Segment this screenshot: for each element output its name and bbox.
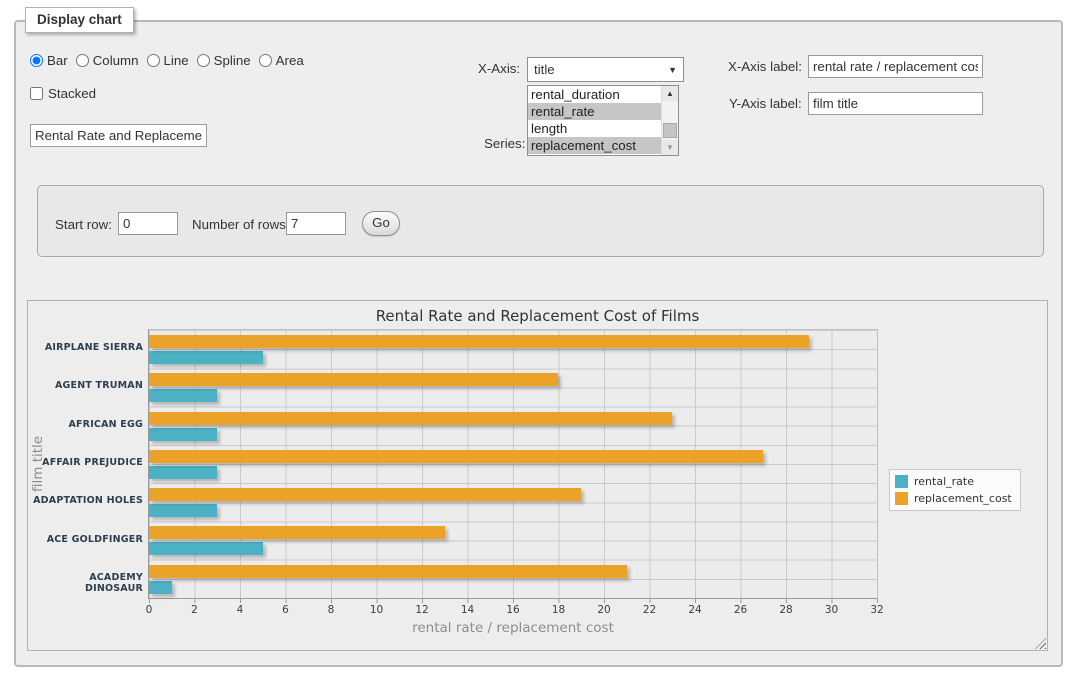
- x-tick-label: 0: [134, 604, 164, 616]
- category-label: ACE GOLDFINGER: [33, 534, 143, 545]
- series-listbox[interactable]: rental_durationrental_ratelengthreplacem…: [527, 85, 679, 156]
- legend-label: rental_rate: [914, 475, 974, 488]
- x-axis-selected-value: title: [534, 62, 555, 77]
- num-rows-input[interactable]: [286, 212, 346, 235]
- scrollbar-thumb[interactable]: [663, 123, 677, 138]
- series-scrollbar[interactable]: ▲ ▼: [661, 86, 678, 155]
- x-tick-label: 10: [362, 604, 392, 616]
- bar-replacement_cost: [149, 565, 627, 578]
- x-tick-label: 18: [544, 604, 574, 616]
- bar-rental_rate: [149, 428, 217, 441]
- bar-rental_rate: [149, 542, 263, 555]
- bar-replacement_cost: [149, 412, 672, 425]
- series-options: rental_durationrental_ratelengthreplacem…: [528, 86, 661, 154]
- series-option-rental_rate[interactable]: rental_rate: [528, 103, 661, 120]
- chart-type-bar[interactable]: Bar: [30, 53, 68, 68]
- series-option-rental_duration[interactable]: rental_duration: [528, 86, 661, 103]
- x-axis-label-caption: X-Axis label:: [728, 59, 802, 74]
- chart-type-spline[interactable]: Spline: [197, 53, 251, 68]
- x-tick-label: 2: [180, 604, 210, 616]
- chart-type-text: Spline: [214, 53, 251, 68]
- y-axis-label-caption: Y-Axis label:: [729, 96, 802, 111]
- chart-container: Rental Rate and Replacement Cost of Film…: [27, 300, 1048, 651]
- category-label: AFFAIR PREJUDICE: [33, 457, 143, 468]
- fieldset-legend: Display chart: [25, 7, 134, 33]
- scroll-up-icon[interactable]: ▲: [662, 86, 678, 101]
- legend-item-replacement_cost: replacement_cost: [895, 492, 1012, 505]
- x-tick-label: 16: [498, 604, 528, 616]
- legend-label: replacement_cost: [914, 492, 1012, 505]
- legend-swatch: [895, 492, 908, 505]
- bar-replacement_cost: [149, 450, 763, 463]
- x-tick-label: 4: [225, 604, 255, 616]
- x-tick-label: 28: [771, 604, 801, 616]
- x-tick-label: 20: [589, 604, 619, 616]
- x-tick-label: 8: [316, 604, 346, 616]
- x-tick-label: 32: [862, 604, 892, 616]
- bar-rental_rate: [149, 504, 217, 517]
- stacked-label: Stacked: [48, 86, 96, 101]
- chart-type-radio-line[interactable]: [147, 54, 160, 67]
- chart-type-group: Bar Column Line Spline Area: [30, 53, 304, 68]
- go-button[interactable]: Go: [362, 211, 400, 236]
- resize-handle-icon[interactable]: [1035, 638, 1046, 649]
- series-option-length[interactable]: length: [528, 120, 661, 137]
- chart-type-radio-area[interactable]: [259, 54, 272, 67]
- legend-item-rental_rate: rental_rate: [895, 475, 1012, 488]
- legend-swatch: [895, 475, 908, 488]
- x-tick-label: 6: [271, 604, 301, 616]
- category-label: AIRPLANE SIERRA: [33, 342, 143, 353]
- chart-title: Rental Rate and Replacement Cost of Film…: [28, 307, 1047, 325]
- chart-title-input[interactable]: [30, 124, 207, 147]
- category-label: AGENT TRUMAN: [33, 380, 143, 391]
- chart-type-area[interactable]: Area: [259, 53, 304, 68]
- bar-rental_rate: [149, 389, 217, 402]
- chart-type-text: Column: [93, 53, 139, 68]
- x-axis-label-input[interactable]: [808, 55, 983, 78]
- x-tick-label: 30: [817, 604, 847, 616]
- plot-area: [148, 329, 878, 599]
- stacked-checkbox-row[interactable]: Stacked: [30, 86, 96, 101]
- bar-replacement_cost: [149, 526, 445, 539]
- x-axis-select[interactable]: title ▼: [527, 57, 684, 82]
- bar-replacement_cost: [149, 488, 581, 501]
- bar-rental_rate: [149, 581, 172, 594]
- start-row-label: Start row:: [55, 217, 112, 232]
- chevron-down-icon: ▼: [668, 65, 677, 75]
- row-range-panel: [37, 185, 1044, 257]
- x-tick-label: 22: [635, 604, 665, 616]
- series-label: Series:: [484, 136, 525, 151]
- category-label: ADAPTATION HOLES: [33, 495, 143, 506]
- category-label: AFRICAN EGG: [33, 419, 143, 430]
- bar-replacement_cost: [149, 373, 558, 386]
- chart-type-text: Line: [164, 53, 189, 68]
- bar-rental_rate: [149, 466, 217, 479]
- chart-type-radio-column[interactable]: [76, 54, 89, 67]
- bar-rental_rate: [149, 351, 263, 364]
- x-axis-title: rental rate / replacement cost: [148, 620, 878, 636]
- scroll-down-icon[interactable]: ▼: [662, 140, 678, 155]
- chart-type-text: Area: [276, 53, 304, 68]
- y-axis-label-input[interactable]: [808, 92, 983, 115]
- start-row-input[interactable]: [118, 212, 178, 235]
- x-axis-select-label: X-Axis:: [478, 61, 520, 76]
- x-tick-label: 12: [407, 604, 437, 616]
- series-option-replacement_cost[interactable]: replacement_cost: [528, 137, 661, 154]
- chart-type-line[interactable]: Line: [147, 53, 189, 68]
- x-tick-label: 26: [726, 604, 756, 616]
- bar-replacement_cost: [149, 335, 809, 348]
- chart-type-column[interactable]: Column: [76, 53, 139, 68]
- chart-type-radio-bar[interactable]: [30, 54, 43, 67]
- stacked-checkbox[interactable]: [30, 87, 43, 100]
- category-label: ACADEMY DINOSAUR: [33, 572, 143, 594]
- x-tick-label: 24: [680, 604, 710, 616]
- num-rows-label: Number of rows:: [192, 217, 290, 232]
- x-tick-label: 14: [453, 604, 483, 616]
- chart-legend: rental_rate replacement_cost: [889, 469, 1021, 511]
- chart-type-radio-spline[interactable]: [197, 54, 210, 67]
- chart-type-text: Bar: [47, 53, 68, 68]
- x-axis-ticks: [149, 599, 878, 603]
